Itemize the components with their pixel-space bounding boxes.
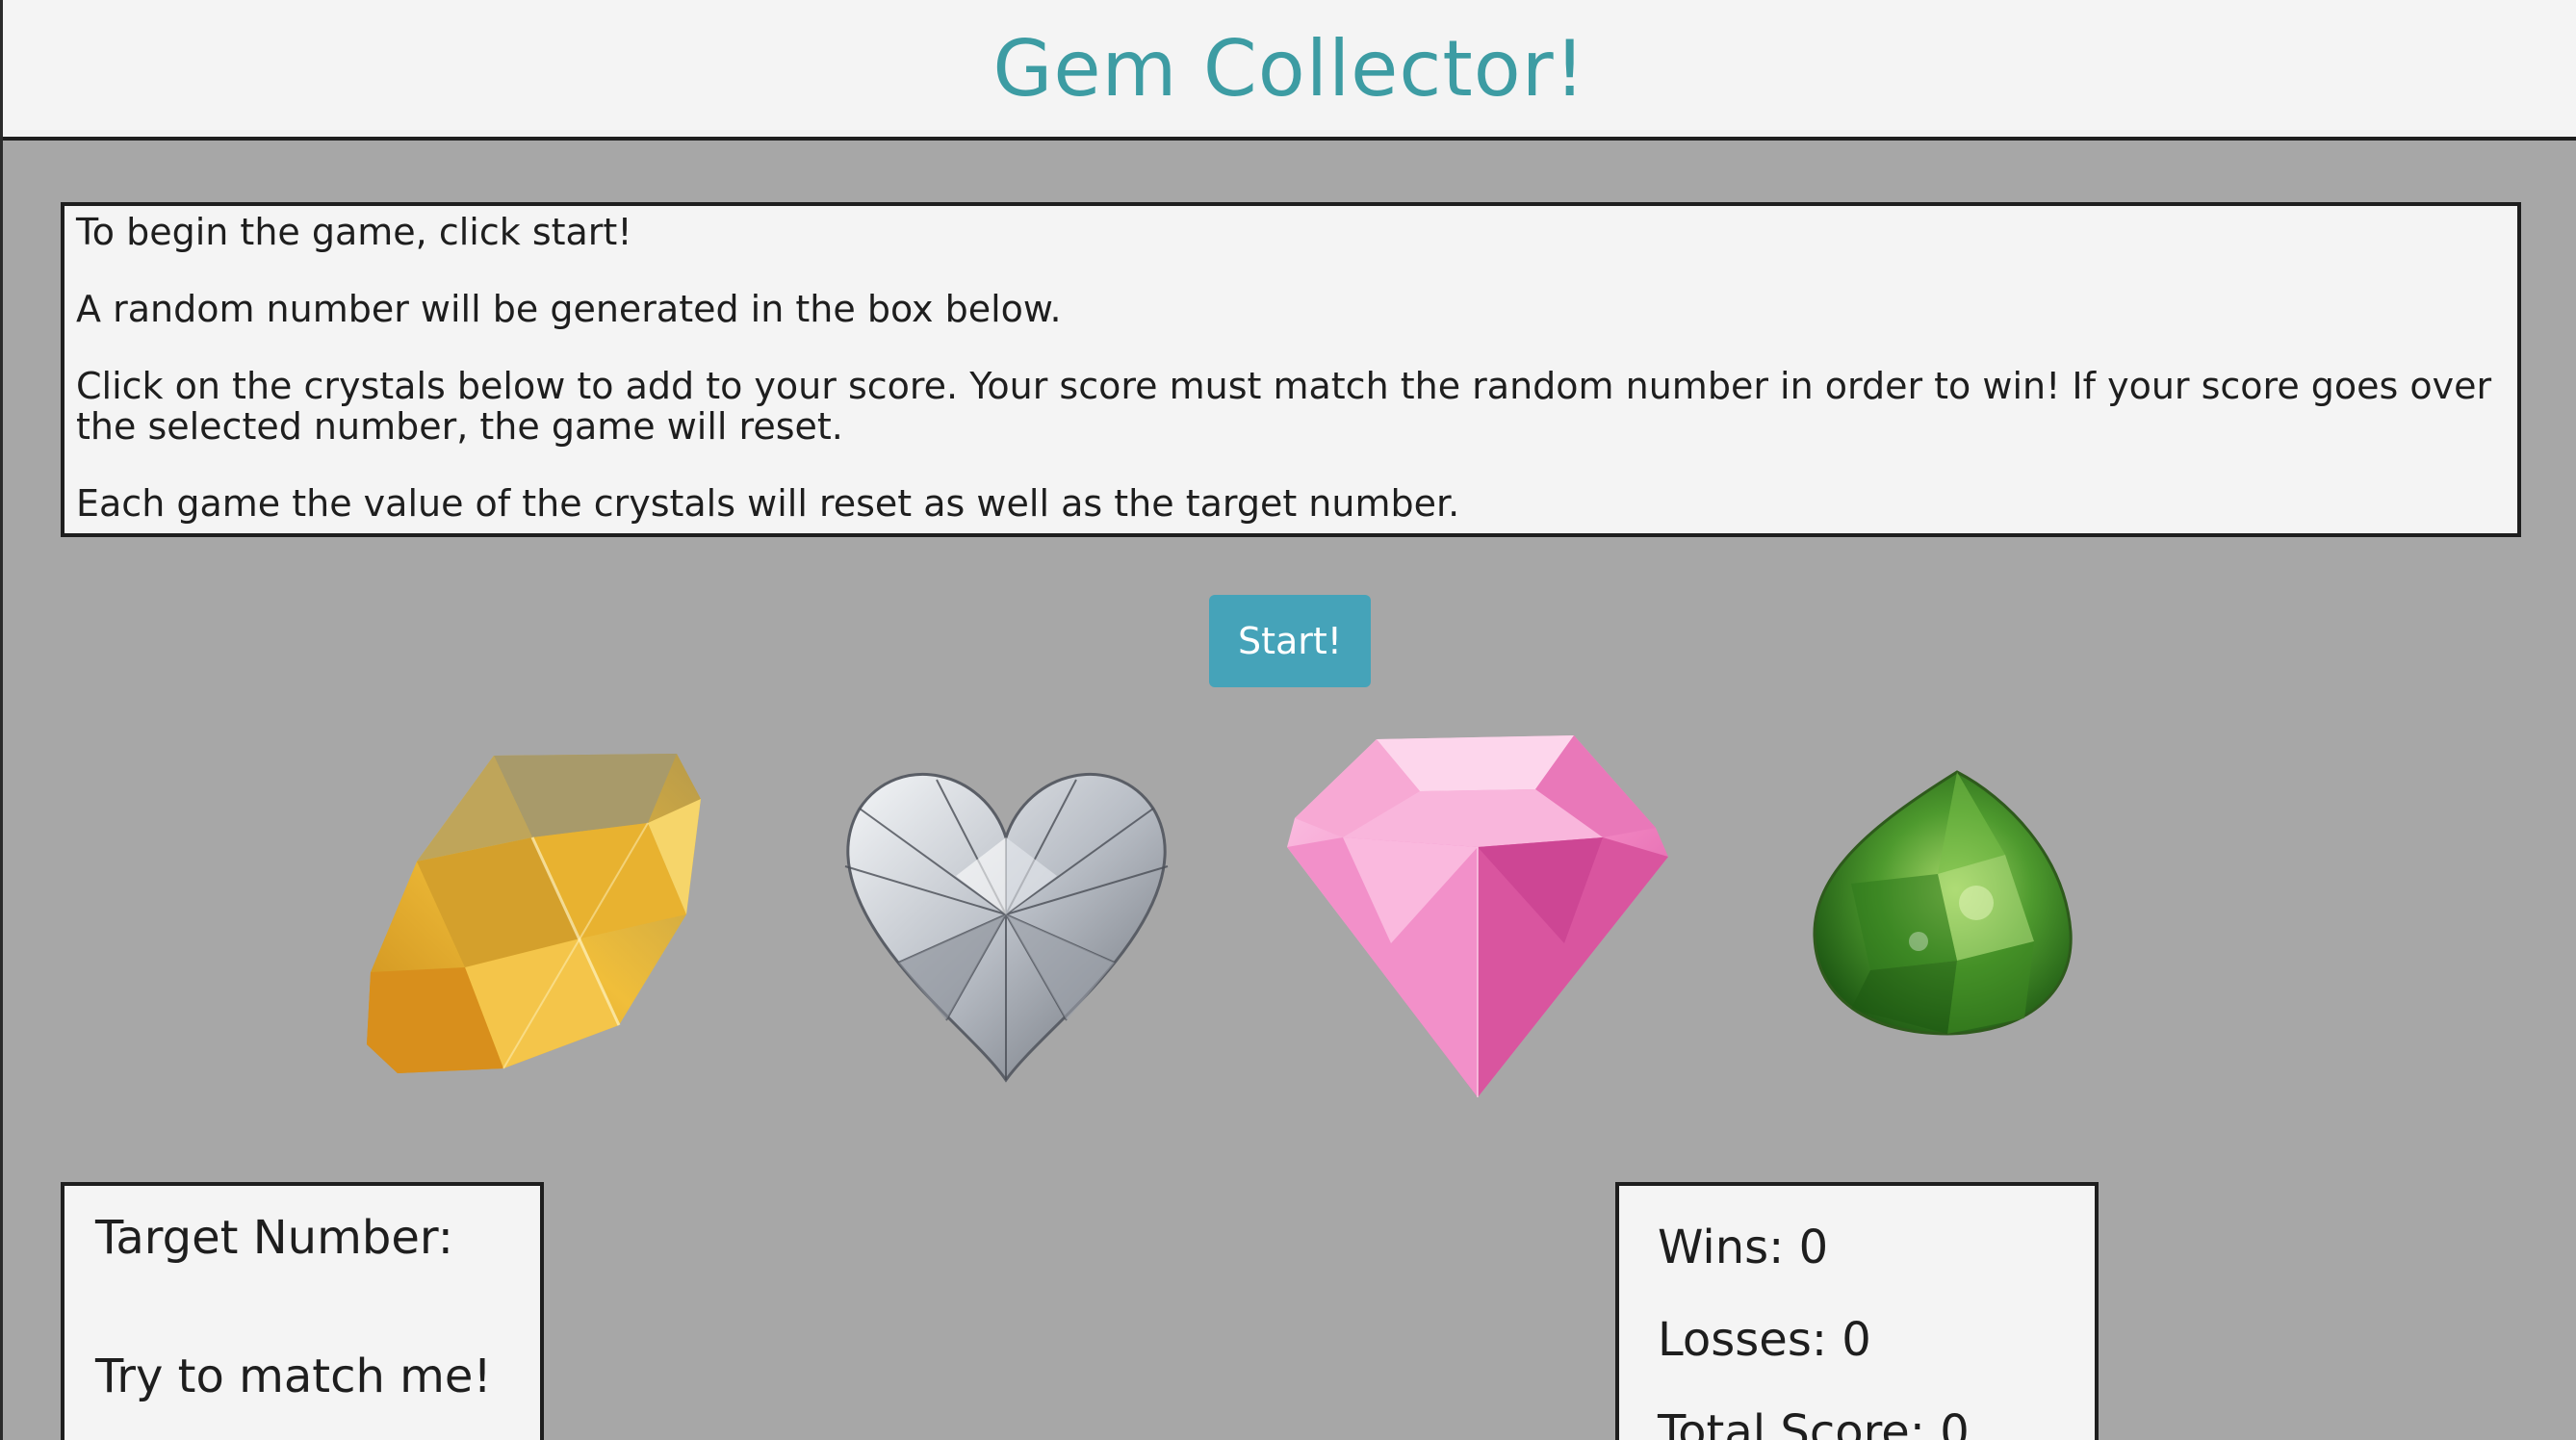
- total-score: Total Score: 0: [1658, 1405, 1970, 1440]
- green-gem-icon: [1813, 770, 2073, 1036]
- target-number: [95, 1265, 509, 1350]
- page-title: Gem Collector!: [992, 24, 1586, 114]
- instruction-line: A random number will be generated in the…: [76, 288, 1062, 330]
- instruction-line: Each game the value of the crystals will…: [76, 482, 1460, 525]
- wins-counter: Wins: 0: [1658, 1221, 1829, 1274]
- instruction-line: To begin the game, click start!: [76, 211, 632, 253]
- target-label: Target Number:: [95, 1211, 453, 1265]
- yellow-gem-icon: [367, 754, 701, 1073]
- pink-gem-icon: [1287, 735, 1668, 1097]
- target-panel: Target Number: Try to match me!: [61, 1182, 544, 1440]
- heart-diamond-button[interactable]: [840, 751, 1172, 1083]
- header: Gem Collector!: [3, 0, 2576, 141]
- instructions-box: To begin the game, click start! A random…: [61, 202, 2521, 537]
- instruction-line: Click on the crystals below to add to yo…: [76, 365, 2492, 448]
- start-button[interactable]: Start!: [1209, 595, 1371, 687]
- stats-panel: Wins: 0 Losses: 0 Total Score: 0: [1615, 1182, 2099, 1440]
- green-gem-button[interactable]: [1813, 768, 2074, 1036]
- yellow-gem-button[interactable]: [359, 746, 708, 1078]
- heart-diamond-icon: [844, 773, 1169, 1083]
- game-page: Gem Collector! To begin the game, click …: [0, 0, 2576, 1440]
- pink-gem-button[interactable]: [1285, 732, 1668, 1099]
- target-hint: Try to match me!: [95, 1350, 492, 1403]
- losses-counter: Losses: 0: [1658, 1313, 1871, 1367]
